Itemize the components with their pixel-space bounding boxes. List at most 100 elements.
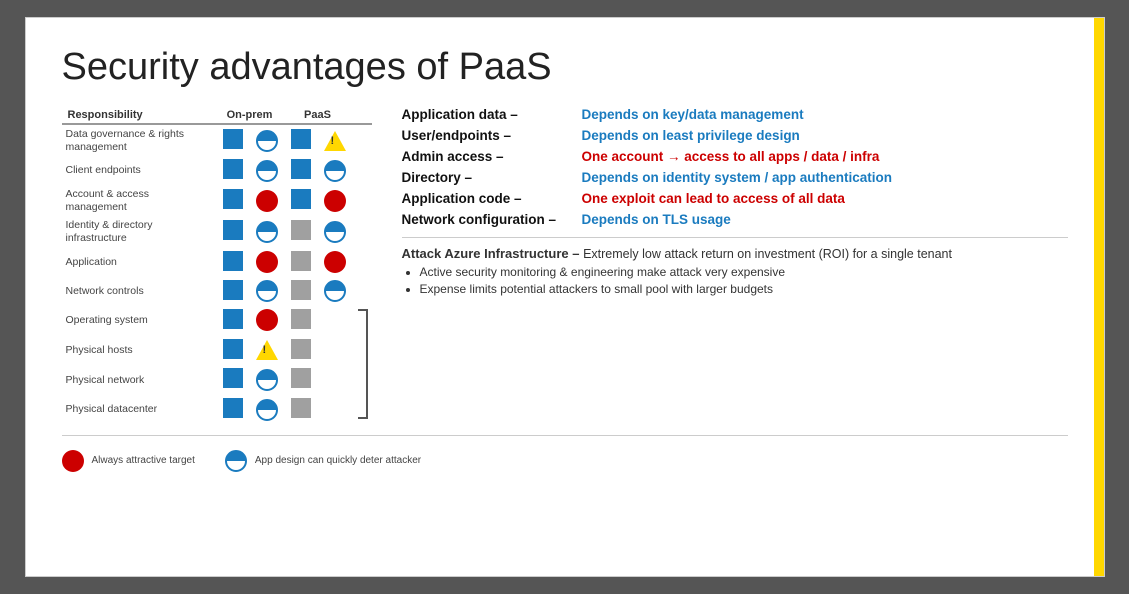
attack-title-bold: Attack Azure Infrastructure – [402,246,584,261]
onprem-icon-1 [216,185,250,216]
table-row: Data governance & rights management [62,124,372,156]
table-row: Physical datacenter [62,395,372,425]
responsibility-table: Responsibility On-prem PaaS Data governa… [62,107,372,425]
paas-icon-2 [318,185,352,216]
paas-icon-1 [284,277,318,306]
onprem-icon-2 [250,124,284,156]
row-label: Account & access management [62,185,216,216]
left-table: Responsibility On-prem PaaS Data governa… [62,107,372,425]
slide-title: Security advantages of PaaS [62,46,1068,89]
onprem-icon-2 [250,216,284,247]
item-label: Application code – [402,191,582,206]
item-value: Depends on least privilege design [582,128,800,143]
onprem-icon-2 [250,185,284,216]
onprem-icon-2 [250,156,284,185]
onprem-icon-2 [250,306,284,336]
legend-item: App design can quickly deter attacker [225,450,421,472]
item-value: One exploit can lead to access of all da… [582,191,845,206]
onprem-icon-2 [250,277,284,306]
onprem-icon-1 [216,216,250,247]
legend-divider [62,435,1068,436]
row-label: Physical datacenter [62,395,216,425]
legend-label: Always attractive target [92,455,195,466]
onprem-icon-1 [216,306,250,336]
legend: Always attractive target App design can q… [62,450,1068,472]
row-label: Physical hosts [62,335,216,365]
item-row: Application code – One exploit can lead … [402,191,1068,206]
paas-icon-2 [318,395,352,425]
item-label: Directory – [402,170,582,185]
item-value: Depends on key/data management [582,107,804,122]
item-label: Application data – [402,107,582,122]
item-label: Network configuration – [402,212,582,227]
right-content: Application data – Depends on key/data m… [392,107,1068,425]
item-value: One account → access to all apps / data … [582,149,880,164]
row-label: Network controls [62,277,216,306]
table-row: Identity & directory infrastructure [62,216,372,247]
bullet-item: Expense limits potential attackers to sm… [420,282,1068,296]
divider [402,237,1068,238]
items-list: Application data – Depends on key/data m… [402,107,1068,227]
paas-icon-1 [284,395,318,425]
table-row: Application [62,248,372,277]
onprem-icon-1 [216,335,250,365]
item-value: Depends on TLS usage [582,212,731,227]
onprem-icon-1 [216,248,250,277]
onprem-icon-1 [216,277,250,306]
item-label: Admin access – [402,149,582,164]
onprem-icon-2 [250,365,284,395]
paas-icon-2 [318,277,352,306]
col-header-bracket [352,107,372,124]
row-label: Physical network [62,365,216,395]
paas-icon-2 [318,335,352,365]
onprem-icon-2 [250,248,284,277]
row-label: Application [62,248,216,277]
item-label: User/endpoints – [402,128,582,143]
paas-icon-2 [318,365,352,395]
onprem-icon-1 [216,395,250,425]
col-header-responsibility: Responsibility [62,107,216,124]
content-area: Responsibility On-prem PaaS Data governa… [62,107,1068,425]
paas-icon-2 [318,216,352,247]
paas-icon-1 [284,248,318,277]
table-row: Client endpoints [62,156,372,185]
paas-icon-1 [284,156,318,185]
paas-icon-1 [284,335,318,365]
paas-icon-1 [284,216,318,247]
table-row: Physical hosts [62,335,372,365]
paas-icon-1 [284,124,318,156]
col-header-onprem: On-prem [216,107,284,124]
item-row: Admin access – One account → access to a… [402,149,1068,164]
paas-icon-2 [318,248,352,277]
row-label: Client endpoints [62,156,216,185]
table-row: Physical network [62,365,372,395]
paas-icon-1 [284,185,318,216]
table-row: Account & access management [62,185,372,216]
item-row: User/endpoints – Depends on least privil… [402,128,1068,143]
item-row: Network configuration – Depends on TLS u… [402,212,1068,227]
slide: Security advantages of PaaS Responsibili… [25,17,1105,577]
paas-icon-1 [284,365,318,395]
paas-icon-2 [318,124,352,156]
row-label: Operating system [62,306,216,336]
yellow-bar [1094,18,1104,576]
attack-section: Attack Azure Infrastructure – Extremely … [402,246,1068,296]
attack-title-rest: Extremely low attack return on investmen… [583,247,952,261]
legend-label: App design can quickly deter attacker [255,455,421,466]
row-label: Identity & directory infrastructure [62,216,216,247]
onprem-icon-2 [250,395,284,425]
onprem-icon-1 [216,124,250,156]
paas-icon-2 [318,156,352,185]
onprem-icon-1 [216,365,250,395]
onprem-icon-2 [250,335,284,365]
table-row: Operating system [62,306,372,336]
row-label: Data governance & rights management [62,124,216,156]
paas-icon-2 [318,306,352,336]
bullet-item: Active security monitoring & engineering… [420,265,1068,279]
onprem-icon-1 [216,156,250,185]
col-header-paas: PaaS [284,107,352,124]
legend-item: Always attractive target [62,450,195,472]
table-row: Network controls [62,277,372,306]
item-value: Depends on identity system / app authent… [582,170,893,185]
attack-bullets: Active security monitoring & engineering… [420,265,1068,296]
